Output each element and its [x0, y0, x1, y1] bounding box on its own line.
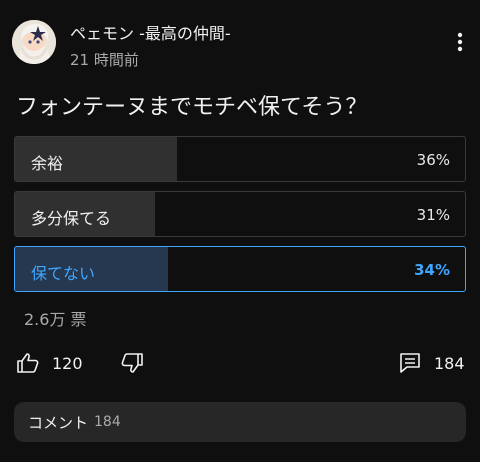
like-count: 120	[52, 353, 83, 373]
community-post: ペェモン -最高の仲間- 21 時間前 フォンテーヌまでモチベ保てそう？ 余裕 …	[0, 0, 480, 462]
poll-option[interactable]: 多分保てる 31%	[14, 191, 466, 237]
more-options-button[interactable]	[452, 28, 468, 56]
avatar[interactable]	[12, 20, 56, 64]
post-header: ペェモン -最高の仲間- 21 時間前	[12, 16, 468, 72]
thumbs-up-icon	[17, 353, 39, 373]
action-bar: 120 184	[16, 346, 468, 380]
comment-button[interactable]: 184	[398, 346, 465, 380]
comments-count: 184	[94, 414, 121, 430]
vote-count: 2.6万 票	[24, 310, 87, 329]
comment-count: 184	[434, 353, 465, 373]
avatar-image	[12, 20, 56, 64]
poll-option-label: 保てない	[31, 264, 96, 283]
post-time: 21 時間前	[70, 51, 139, 69]
poll-option-percent: 31%	[416, 206, 450, 224]
author-name[interactable]: ペェモン -最高の仲間-	[70, 20, 231, 44]
poll-question: フォンテーヌまでモチベ保てそう？	[16, 95, 368, 120]
dislike-button[interactable]	[120, 346, 144, 380]
poll-option-selected[interactable]: 保てない 34%	[14, 246, 466, 292]
more-vertical-icon	[457, 32, 463, 52]
poll-option[interactable]: 余裕 36%	[14, 136, 466, 182]
comments-label: コメント	[28, 413, 89, 432]
poll-option-percent: 36%	[416, 151, 450, 169]
comment-icon	[400, 353, 420, 373]
thumbs-down-icon	[121, 353, 143, 373]
comments-section[interactable]: コメント 184	[14, 402, 466, 442]
poll-option-label: 余裕	[31, 154, 64, 173]
poll-option-label: 多分保てる	[31, 209, 112, 228]
poll-option-percent: 34%	[414, 261, 450, 279]
like-button[interactable]: 120	[16, 346, 83, 380]
